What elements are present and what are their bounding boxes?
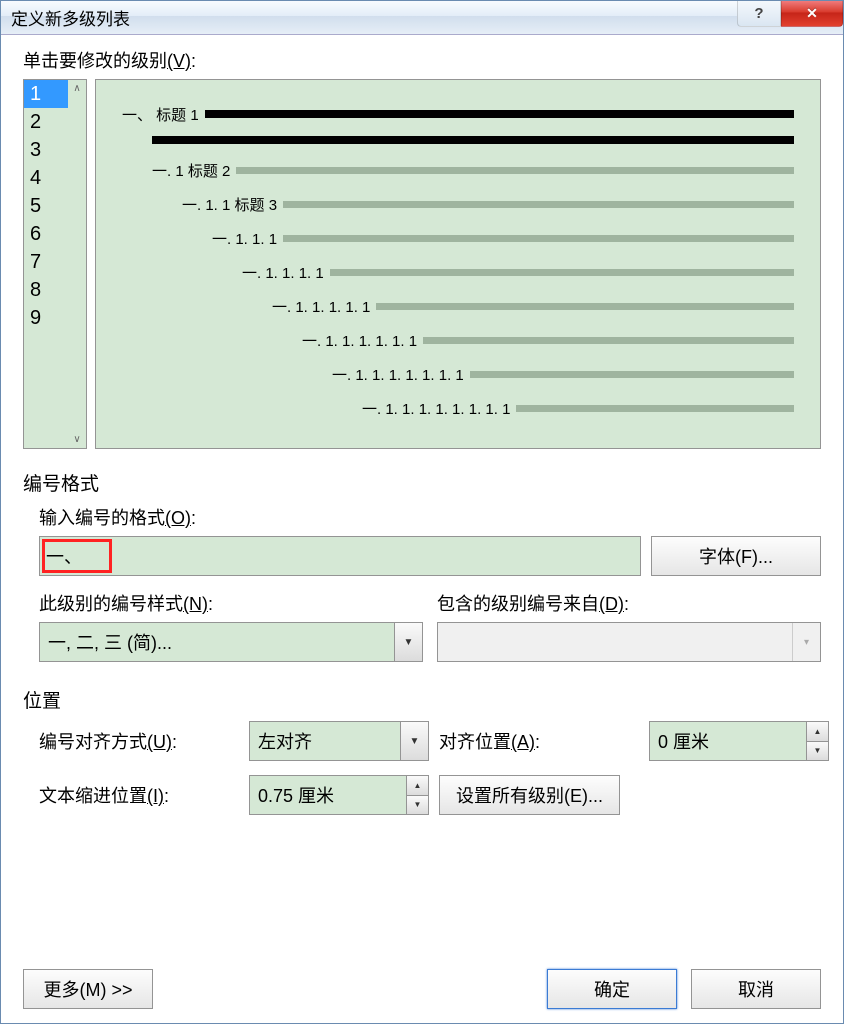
aligned-at-label: 对齐位置(A): [439, 728, 639, 754]
preview-bar [205, 110, 794, 118]
ok-button[interactable]: 确定 [547, 969, 677, 1009]
dialog-footer: 更多(M) >> 确定 取消 [23, 953, 821, 1009]
number-style-combo[interactable]: 一, 二, 三 (简)... ▼ [39, 622, 423, 662]
preview-bar [330, 269, 794, 276]
preview-pane: 一、 标题 1 一. 1 标题 2 一. 1. 1 标题 3 一. 1. 1. 1 一.… [95, 79, 821, 449]
preview-label: 一. 1. 1. 1. 1. 1. 1. 1 [332, 364, 464, 385]
number-style-value: 一, 二, 三 (简)... [48, 629, 172, 655]
include-from-combo: ▾ [437, 622, 821, 662]
alignment-value: 左对齐 [258, 728, 312, 754]
preview-label: 一. 1. 1. 1 [212, 228, 277, 249]
alignment-combo[interactable]: 左对齐 ▼ [249, 721, 429, 761]
more-button[interactable]: 更多(M) >> [23, 969, 153, 1009]
click-level-label: 单击要修改的级别(V): [23, 47, 821, 73]
spinner-up-icon[interactable]: ▲ [807, 722, 828, 742]
alignment-accel: (U) [147, 732, 172, 752]
aligned-at-spinner[interactable]: 0 厘米 ▲▼ [649, 721, 829, 761]
aligned-at-value: 0 厘米 [658, 728, 709, 754]
include-from-accel: (D) [599, 594, 624, 614]
set-all-levels-button[interactable]: 设置所有级别(E)... [439, 775, 620, 815]
preview-bar [376, 303, 794, 310]
text-indent-label: 文本缩进位置(I): [39, 782, 239, 808]
spinner-up-icon[interactable]: ▲ [407, 776, 428, 796]
preview-line: 一、 标题 1 [122, 102, 794, 126]
listbox-scrollbar[interactable]: ∧ ∨ [68, 80, 86, 448]
text-indent-spinner[interactable]: 0.75 厘米 ▲▼ [249, 775, 429, 815]
level-listbox[interactable]: 123456789 ∧ ∨ [23, 79, 87, 449]
title-controls: ? ✕ [737, 1, 843, 27]
preview-label: 一. 1. 1. 1. 1. 1. 1. 1. 1 [362, 398, 510, 419]
number-format-input[interactable]: 一、 [39, 536, 641, 576]
window-title: 定义新多级列表 [1, 5, 130, 30]
preview-line: 一. 1. 1. 1. 1. 1. 1. 1 [332, 362, 794, 386]
preview-line: 一. 1. 1. 1. 1. 1. 1. 1. 1 [362, 396, 794, 420]
click-level-accel: (V) [167, 51, 191, 71]
scroll-down-icon[interactable]: ∨ [73, 434, 80, 445]
click-level-text: 单击要修改的级别 [23, 51, 167, 71]
enter-format-text: 输入编号的格式 [39, 508, 165, 528]
number-format-value: 一、 [46, 543, 82, 569]
preview-bar [283, 201, 794, 208]
number-format-group: 编号格式 [23, 469, 821, 496]
dialog-window: 定义新多级列表 ? ✕ 单击要修改的级别(V): 123456789 ∧ ∨ 一… [0, 0, 844, 1024]
include-from-label: 包含的级别编号来自(D): [437, 590, 821, 616]
preview-label: 一. 1. 1. 1. 1. 1 [272, 296, 370, 317]
preview-label: 一. 1. 1. 1. 1. 1. 1 [302, 330, 417, 351]
preview-line: 一. 1. 1. 1 [212, 226, 794, 250]
preview-label: 一. 1. 1. 1. 1 [242, 262, 324, 283]
cancel-button[interactable]: 取消 [691, 969, 821, 1009]
aligned-at-text: 对齐位置 [439, 732, 511, 752]
alignment-text: 编号对齐方式 [39, 732, 147, 752]
number-style-label: 此级别的编号样式(N): [39, 590, 423, 616]
chevron-down-icon[interactable]: ▼ [394, 623, 422, 661]
font-button[interactable]: 字体(F)... [651, 536, 821, 576]
text-indent-accel: (I) [147, 786, 164, 806]
include-from-text: 包含的级别编号来自 [437, 594, 599, 614]
preview-bar [470, 371, 794, 378]
preview-line: 一. 1. 1. 1. 1. 1 [272, 294, 794, 318]
dialog-content: 单击要修改的级别(V): 123456789 ∧ ∨ 一、 标题 1 一. 1 标… [1, 35, 843, 1023]
number-style-text: 此级别的编号样式 [39, 594, 183, 614]
position-group: 位置 [23, 686, 821, 713]
preview-line: 一. 1. 1. 1. 1 [242, 260, 794, 284]
titlebar: 定义新多级列表 ? ✕ [1, 1, 843, 35]
preview-line: 一. 1. 1 标题 3 [182, 192, 794, 216]
help-button[interactable]: ? [737, 1, 781, 27]
preview-bar [423, 337, 794, 344]
alignment-label: 编号对齐方式(U): [39, 728, 239, 754]
preview-bar [152, 136, 794, 144]
enter-format-accel: (O) [165, 508, 191, 528]
preview-line: 一. 1. 1. 1. 1. 1. 1 [302, 328, 794, 352]
preview-bar [516, 405, 794, 412]
text-indent-text: 文本缩进位置 [39, 786, 147, 806]
enter-format-label: 输入编号的格式(O): [39, 504, 821, 530]
text-indent-value: 0.75 厘米 [258, 782, 334, 808]
preview-bar [236, 167, 794, 174]
spinner-down-icon[interactable]: ▼ [407, 796, 428, 815]
aligned-at-accel: (A) [511, 732, 535, 752]
preview-bar [283, 235, 794, 242]
preview-line: 一. 1 标题 2 [152, 158, 794, 182]
chevron-down-icon[interactable]: ▼ [400, 722, 428, 760]
preview-label: 一. 1. 1 标题 3 [182, 194, 277, 215]
chevron-down-icon: ▾ [792, 623, 820, 661]
close-button[interactable]: ✕ [781, 1, 843, 27]
scroll-up-icon[interactable]: ∧ [73, 83, 80, 94]
preview-label: 一. 1 标题 2 [152, 160, 230, 181]
level-preview-row: 123456789 ∧ ∨ 一、 标题 1 一. 1 标题 2 一. 1. 1 标题… [23, 79, 821, 449]
number-style-accel: (N) [183, 594, 208, 614]
preview-label: 一、 标题 1 [122, 104, 199, 125]
spinner-down-icon[interactable]: ▼ [807, 742, 828, 761]
